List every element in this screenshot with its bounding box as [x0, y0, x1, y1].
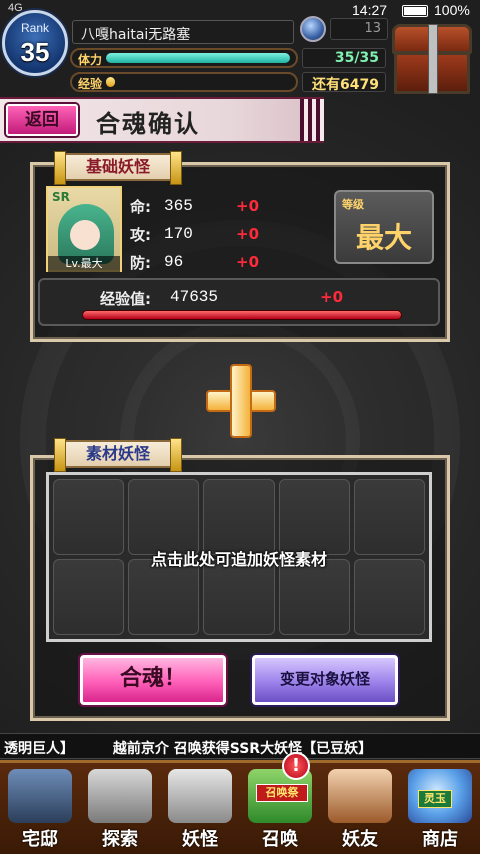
base-yokai-tag: 基础妖怪 — [54, 151, 182, 185]
stamina-value: 35/35 — [302, 48, 386, 68]
nav-shop-label: 商店 — [422, 829, 458, 850]
stamina-bar-fill — [106, 53, 290, 63]
stat-def-delta: +0 — [236, 253, 260, 271]
yokai-exp-value: 47635 — [170, 288, 219, 306]
scroll-icon — [168, 769, 232, 823]
nav-yokai[interactable]: 妖怪 — [160, 763, 240, 854]
nav-home-label: 宅邸 — [22, 829, 58, 850]
material-slot[interactable] — [203, 479, 275, 555]
magnifier-icon — [88, 769, 152, 823]
level-box-label: 等级 — [342, 198, 364, 211]
yokai-exp-box: 经验值: 47635 +0 — [38, 278, 440, 326]
material-slot[interactable] — [353, 479, 425, 555]
material-slot[interactable] — [128, 479, 200, 555]
stat-atk-value: 170 — [164, 225, 193, 243]
stat-atk-label: 攻: — [130, 226, 151, 244]
rank-label: Rank — [20, 21, 49, 35]
ticker-item: 透明巨人】 — [4, 741, 74, 757]
nav-friends-label: 妖友 — [342, 829, 378, 850]
yokai-exp-label: 经验值: — [100, 290, 151, 308]
material-yokai-tag: 素材妖怪 — [54, 438, 182, 472]
nav-shop[interactable]: 商店 — [400, 763, 480, 854]
fuse-button[interactable]: 合魂！ — [80, 655, 226, 705]
material-slot[interactable] — [203, 559, 275, 635]
spirit-orb-icon — [300, 16, 326, 42]
treasure-chest-icon[interactable] — [392, 24, 472, 96]
experience-row: 经验 还有6479 — [70, 72, 386, 94]
material-slot[interactable] — [53, 479, 125, 555]
experience-bar-fill — [106, 77, 116, 87]
material-slot[interactable] — [278, 479, 350, 555]
stat-def-label: 防: — [130, 254, 151, 272]
yokai-exp-delta: +0 — [320, 288, 344, 306]
nav-home[interactable]: 宅邸 — [0, 763, 80, 854]
level-box: 等级 最大 — [334, 190, 434, 264]
player-name: 八嘎haitai无路塞 — [72, 20, 294, 44]
level-box-value: 最大 — [355, 221, 412, 254]
rank-value: 35 — [20, 37, 50, 67]
page-title: 合魂确认 — [96, 109, 200, 138]
nav-friends[interactable]: 妖友 — [320, 763, 400, 854]
stamina-label: 体力 — [78, 53, 103, 67]
yokai-level: Lv.最大 — [48, 256, 120, 272]
nav-yokai-label: 妖怪 — [182, 829, 218, 850]
stat-hp-label: 命: — [130, 198, 151, 216]
bottom-navigation: 宅邸 探索 妖怪 召唤 妖友 商店 — [0, 760, 480, 854]
stamina-bar: 体力 — [70, 48, 298, 68]
back-button[interactable]: 返回 — [6, 104, 78, 136]
plus-icon-vertical — [230, 364, 252, 438]
friend-portrait-icon — [328, 769, 392, 823]
summon-alert-badge: ! — [282, 752, 310, 780]
stat-atk-delta: +0 — [236, 225, 260, 243]
stamina-row: 体力 35/35 — [70, 48, 386, 70]
clock: 14:27 — [352, 2, 388, 18]
mansion-icon — [8, 769, 72, 823]
plus-icon — [206, 364, 276, 440]
rarity-badge: SR — [52, 190, 70, 204]
title-bar-stripes — [300, 99, 324, 141]
spirit-jade-tag: 灵玉 — [418, 790, 452, 808]
stat-hp-value: 365 — [164, 197, 193, 215]
news-ticker: 透明巨人】 越前京介 召唤获得SSR大妖怪【已豆妖】 — [0, 733, 480, 759]
yokai-exp-bar — [82, 310, 402, 320]
material-slot[interactable] — [128, 559, 200, 635]
battery-percent: 100% — [434, 2, 470, 18]
experience-label: 经验 — [78, 77, 103, 91]
system-status-bar: 4G 14:27 100% — [0, 0, 480, 20]
material-slot[interactable] — [53, 559, 125, 635]
material-slot[interactable] — [353, 559, 425, 635]
nav-explore-label: 探索 — [102, 829, 138, 850]
stat-hp-delta: +0 — [236, 197, 260, 215]
chest-band — [428, 24, 438, 94]
nav-summon-label: 召唤 — [262, 829, 298, 850]
portrait-face — [70, 220, 100, 250]
ticker-item: 越前京介 召唤获得SSR大妖怪【已豆妖】 — [112, 741, 373, 757]
experience-remaining: 还有6479 — [302, 72, 386, 93]
nav-explore[interactable]: 探索 — [80, 763, 160, 854]
experience-bar: 经验 — [70, 72, 298, 92]
stat-def-value: 96 — [164, 253, 184, 271]
rank-badge[interactable]: Rank 35 — [2, 10, 68, 76]
add-material-hint[interactable]: 点击此处可追加妖怪素材 — [46, 546, 432, 570]
orb-count: 13 — [330, 18, 388, 40]
change-target-button[interactable]: 变更对象妖怪 — [252, 655, 398, 705]
summon-festival-tag: 召唤祭 — [256, 784, 308, 802]
battery-icon — [402, 5, 428, 17]
material-slot[interactable] — [278, 559, 350, 635]
nav-summon[interactable]: 召唤 — [240, 763, 320, 854]
